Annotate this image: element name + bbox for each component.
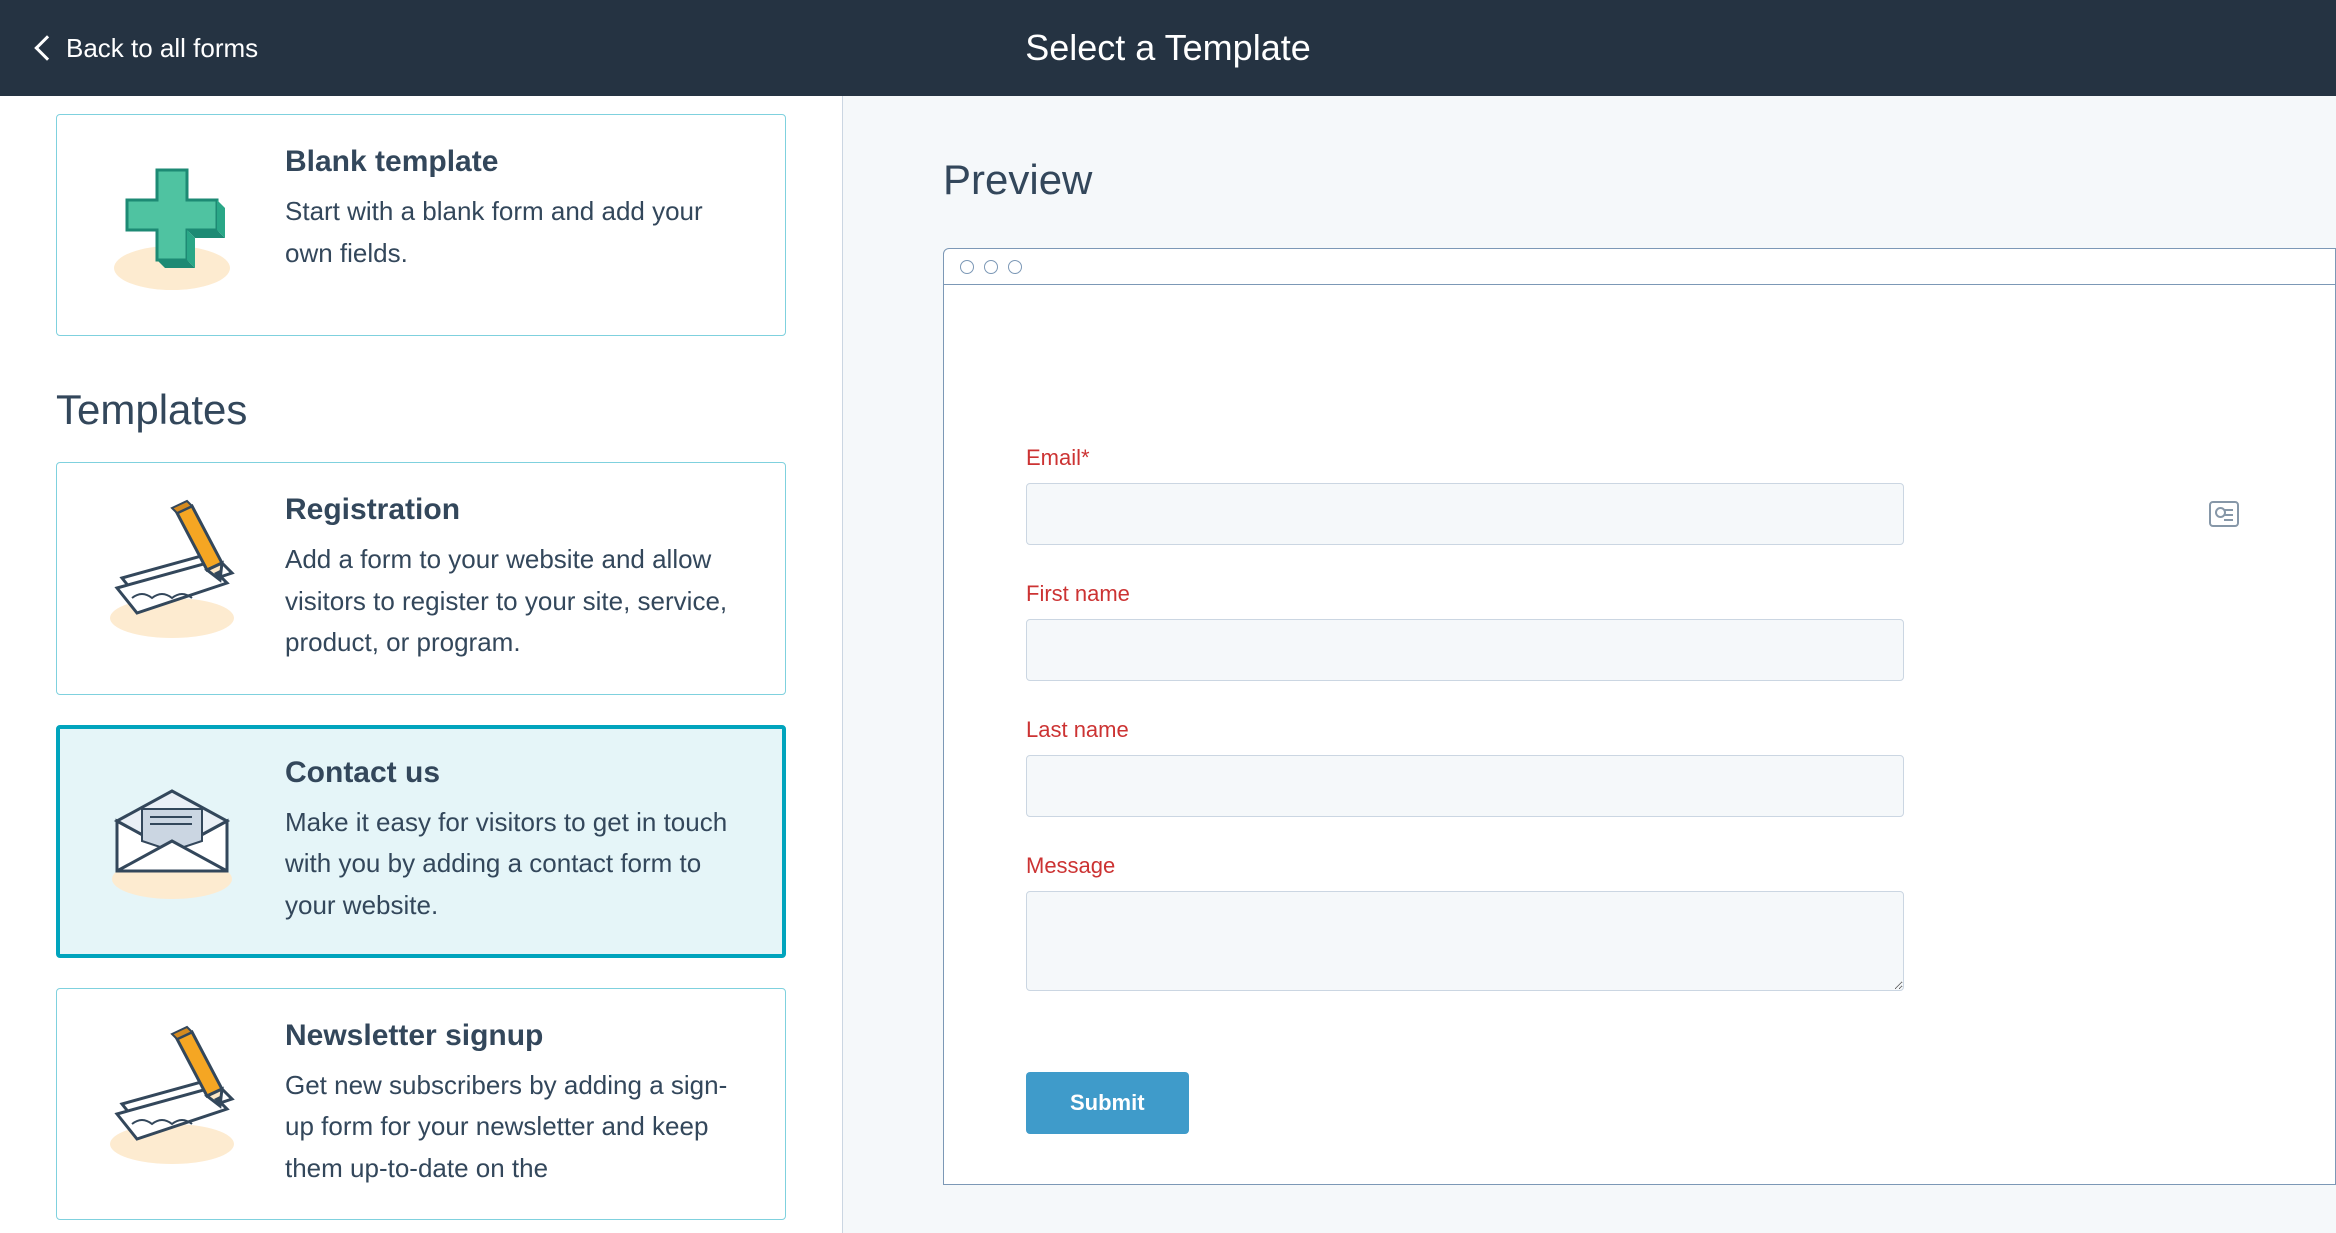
back-label: Back to all forms — [66, 33, 258, 64]
form-field: Email* — [1026, 445, 2253, 545]
envelope-icon — [87, 756, 257, 916]
template-card-contact-us[interactable]: Contact us Make it easy for visitors to … — [56, 725, 786, 958]
card-desc: Make it easy for visitors to get in touc… — [285, 802, 745, 927]
first-nameinput[interactable] — [1026, 619, 1904, 681]
pencil-paper-icon — [87, 493, 257, 653]
template-sidebar: Blank template Start with a blank form a… — [0, 96, 843, 1233]
form-field: Last name — [1026, 717, 2253, 817]
preview-pane: Preview Email* First name Last name Message… — [843, 96, 2336, 1233]
submit-button[interactable]: Submit — [1026, 1072, 1189, 1134]
template-card-blank[interactable]: Blank template Start with a blank form a… — [56, 114, 786, 336]
preview-browser-frame: Email* First name Last name Message Submit — [943, 248, 2336, 1185]
card-desc: Get new subscribers by adding a sign-up … — [285, 1065, 745, 1190]
field-label: First name — [1026, 581, 2253, 607]
preview-heading: Preview — [943, 156, 2336, 204]
pencil-paper-icon — [87, 1019, 257, 1179]
template-card-registration[interactable]: Registration Add a form to your website … — [56, 462, 786, 695]
chevron-left-icon — [34, 35, 59, 60]
back-to-forms-link[interactable]: Back to all forms — [0, 33, 258, 64]
card-desc: Start with a blank form and add your own… — [285, 191, 745, 274]
preview-form: Email* First name Last name Message Submit — [944, 285, 2335, 1184]
topbar: Back to all forms Select a Template — [0, 0, 2336, 96]
browser-dots — [944, 249, 2335, 285]
message-textarea[interactable] — [1026, 891, 1904, 991]
card-title: Contact us — [285, 756, 745, 790]
contact-card-icon — [2209, 501, 2239, 527]
card-title: Newsletter signup — [285, 1019, 745, 1053]
form-field: Message — [1026, 853, 2253, 996]
email-input[interactable] — [1026, 483, 1904, 545]
card-title: Registration — [285, 493, 745, 527]
plus-3d-icon — [87, 145, 257, 305]
field-label: Email* — [1026, 445, 2253, 471]
card-desc: Add a form to your website and allow vis… — [285, 539, 745, 664]
page-title: Select a Template — [0, 27, 2336, 69]
form-field: First name — [1026, 581, 2253, 681]
last-nameinput[interactable] — [1026, 755, 1904, 817]
field-label: Message — [1026, 853, 2253, 879]
templates-heading: Templates — [56, 386, 786, 434]
field-label: Last name — [1026, 717, 2253, 743]
template-card-newsletter-signup[interactable]: Newsletter signup Get new subscribers by… — [56, 988, 786, 1221]
card-title: Blank template — [285, 145, 745, 179]
